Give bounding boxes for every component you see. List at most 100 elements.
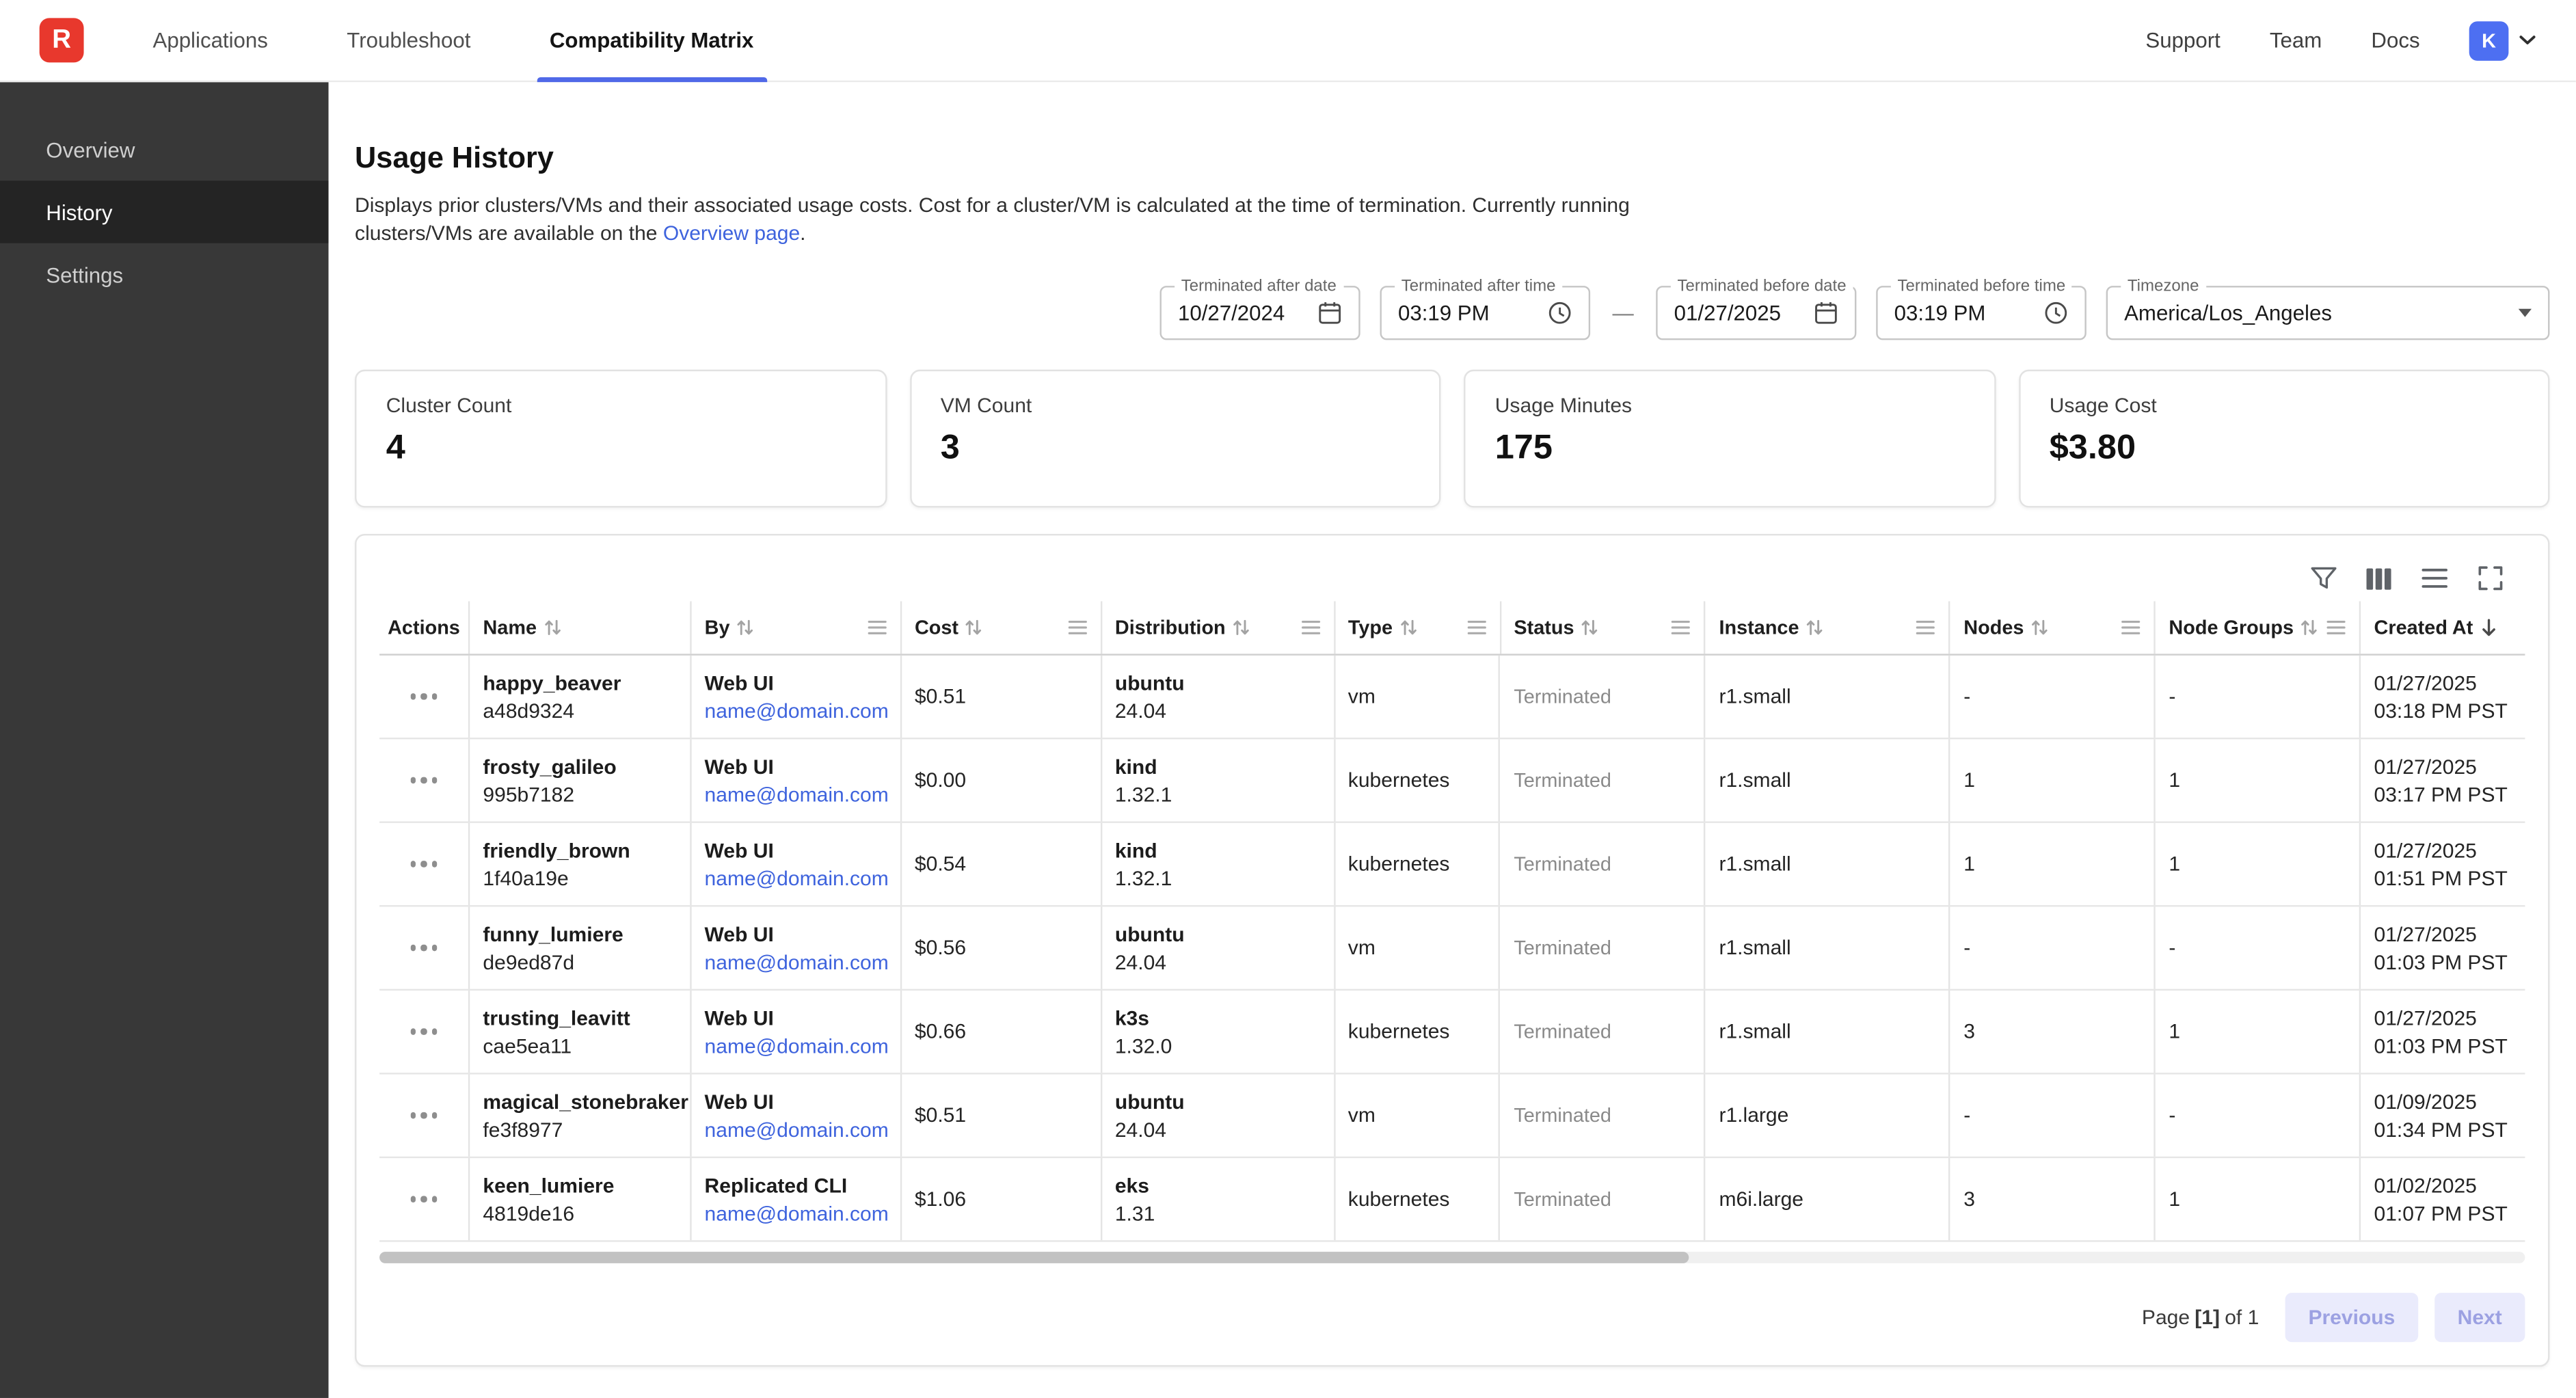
sidebar-item-settings[interactable]: Settings: [0, 243, 329, 306]
status-badge: Terminated: [1514, 1020, 1691, 1043]
table-row[interactable]: happy_beaver a48d9324 Web UI name@domain…: [379, 656, 2525, 740]
nav-item-troubleshoot[interactable]: Troubleshoot: [337, 0, 481, 81]
sort-icon: [544, 618, 561, 638]
sidebar: Overview History Settings: [0, 82, 329, 1398]
table-row[interactable]: trusting_leavitt cae5ea11 Web UI name@do…: [379, 991, 2525, 1075]
terminated-before-time-input[interactable]: Terminated before time 03:19 PM: [1876, 286, 2087, 340]
column-header-distribution[interactable]: Distribution: [1102, 601, 1335, 654]
column-menu-icon[interactable]: [1067, 619, 1087, 636]
sidebar-item-history[interactable]: History: [0, 180, 329, 243]
row-distribution-cell: ubuntu 24.04: [1102, 1075, 1335, 1157]
column-menu-icon[interactable]: [867, 619, 887, 636]
sort-icon: [736, 618, 754, 638]
secondary-nav: Support Team Docs K: [2145, 21, 2536, 60]
column-header-type[interactable]: Type: [1335, 601, 1501, 654]
field-value: 03:19 PM: [1894, 301, 2044, 325]
filter-icon[interactable]: [2308, 563, 2337, 593]
created-by-email-link[interactable]: name@domain.com: [705, 1118, 887, 1141]
column-header-status[interactable]: Status: [1501, 601, 1706, 654]
cost-value: $0.66: [915, 1020, 1087, 1043]
columns-icon[interactable]: [2364, 563, 2393, 593]
row-node-groups-cell: -: [2156, 906, 2361, 989]
nav-link-docs[interactable]: Docs: [2371, 28, 2419, 53]
cost-value: $1.06: [915, 1187, 1087, 1211]
more-actions-icon[interactable]: [403, 1189, 444, 1209]
row-cost-cell: $0.56: [902, 906, 1102, 989]
scrollbar-thumb[interactable]: [379, 1252, 1688, 1263]
created-by-source: Web UI: [705, 671, 887, 695]
more-actions-icon[interactable]: [403, 1022, 444, 1041]
table-header-row: Actions Name By Cost Distribution: [379, 601, 2525, 655]
nav-item-applications[interactable]: Applications: [143, 0, 278, 81]
column-header-instance[interactable]: Instance: [1706, 601, 1950, 654]
timezone-select[interactable]: Timezone America/Los_Angeles: [2106, 286, 2550, 340]
clock-icon[interactable]: [2043, 301, 2068, 325]
replicated-logo[interactable]: R: [40, 18, 84, 62]
field-label: Terminated after date: [1175, 278, 1343, 295]
column-header-node-groups[interactable]: Node Groups: [2156, 601, 2361, 654]
calendar-icon[interactable]: [1814, 301, 1838, 325]
next-page-button[interactable]: Next: [2434, 1293, 2525, 1342]
nodes-value: -: [1963, 685, 2141, 708]
created-by-email-link[interactable]: name@domain.com: [705, 950, 887, 973]
column-header-nodes[interactable]: Nodes: [1950, 601, 2156, 654]
avatar[interactable]: K: [2469, 21, 2509, 60]
clock-icon[interactable]: [1548, 301, 1572, 325]
page-title: Usage History: [355, 142, 2549, 176]
column-menu-icon[interactable]: [1916, 619, 1936, 636]
table-row[interactable]: funny_lumiere de9ed87d Web UI name@domai…: [379, 906, 2525, 991]
more-actions-icon[interactable]: [403, 687, 444, 706]
terminated-after-date-input[interactable]: Terminated after date 10/27/2024: [1160, 286, 1360, 340]
table-row[interactable]: friendly_brown 1f40a19e Web UI name@doma…: [379, 823, 2525, 907]
nav-item-compatibility-matrix[interactable]: Compatibility Matrix: [539, 0, 763, 81]
column-label: Cost: [915, 616, 958, 639]
created-by-email-link[interactable]: name@domain.com: [705, 867, 887, 890]
column-header-name[interactable]: Name: [470, 601, 691, 654]
created-by-email-link[interactable]: name@domain.com: [705, 699, 887, 722]
horizontal-scrollbar[interactable]: [379, 1252, 2525, 1263]
more-actions-icon[interactable]: [403, 855, 444, 874]
column-menu-icon[interactable]: [2326, 619, 2346, 636]
stat-card-usage-minutes: Usage Minutes 175: [1464, 370, 1995, 508]
account-menu[interactable]: K: [2469, 21, 2537, 60]
row-by-cell: Web UI name@domain.com: [691, 1075, 901, 1157]
created-by-email-link[interactable]: name@domain.com: [705, 1202, 887, 1225]
column-header-by[interactable]: By: [691, 601, 901, 654]
column-menu-icon[interactable]: [2121, 619, 2141, 636]
created-by-email-link[interactable]: name@domain.com: [705, 783, 887, 806]
table-row[interactable]: frosty_galileo 995b7182 Web UI name@doma…: [379, 739, 2525, 823]
table-row[interactable]: keen_lumiere 4819de16 Replicated CLI nam…: [379, 1158, 2525, 1242]
more-actions-icon[interactable]: [403, 771, 444, 790]
table-row[interactable]: magical_stonebraker fe3f8977 Web UI name…: [379, 1075, 2525, 1159]
primary-nav: Applications Troubleshoot Compatibility …: [143, 0, 764, 81]
density-icon[interactable]: [2420, 563, 2450, 593]
column-menu-icon[interactable]: [1672, 619, 1691, 636]
nav-link-support[interactable]: Support: [2145, 28, 2220, 53]
distribution-version: 1.32.0: [1115, 1034, 1320, 1058]
fullscreen-icon[interactable]: [2476, 563, 2505, 593]
more-actions-icon[interactable]: [403, 1106, 444, 1125]
row-name-cell: magical_stonebraker fe3f8977: [470, 1075, 691, 1157]
column-menu-icon[interactable]: [1466, 619, 1486, 636]
terminated-after-time-input[interactable]: Terminated after time 03:19 PM: [1380, 286, 1591, 340]
sidebar-item-overview[interactable]: Overview: [0, 118, 329, 180]
distribution-version: 1.32.1: [1115, 783, 1320, 806]
created-by-email-link[interactable]: name@domain.com: [705, 1034, 887, 1058]
calendar-icon[interactable]: [1317, 301, 1342, 325]
page-prefix: Page: [2142, 1306, 2190, 1329]
more-actions-icon[interactable]: [403, 939, 444, 958]
row-type-cell: kubernetes: [1335, 739, 1501, 821]
nav-link-team[interactable]: Team: [2270, 28, 2322, 53]
terminated-before-date-input[interactable]: Terminated before date 01/27/2025: [1656, 286, 1856, 340]
created-by-source: Web UI: [705, 1006, 887, 1030]
row-instance-cell: r1.small: [1706, 991, 1950, 1073]
overview-page-link[interactable]: Overview page: [663, 221, 800, 244]
cluster-id: 4819de16: [483, 1202, 676, 1225]
column-header-created-at[interactable]: Created At: [2361, 601, 2525, 654]
created-date: 01/27/2025: [2374, 1006, 2512, 1030]
previous-page-button[interactable]: Previous: [2285, 1293, 2418, 1342]
column-label: Status: [1514, 616, 1574, 639]
row-instance-cell: m6i.large: [1706, 1158, 1950, 1240]
column-menu-icon[interactable]: [1300, 619, 1320, 636]
column-header-cost[interactable]: Cost: [902, 601, 1102, 654]
